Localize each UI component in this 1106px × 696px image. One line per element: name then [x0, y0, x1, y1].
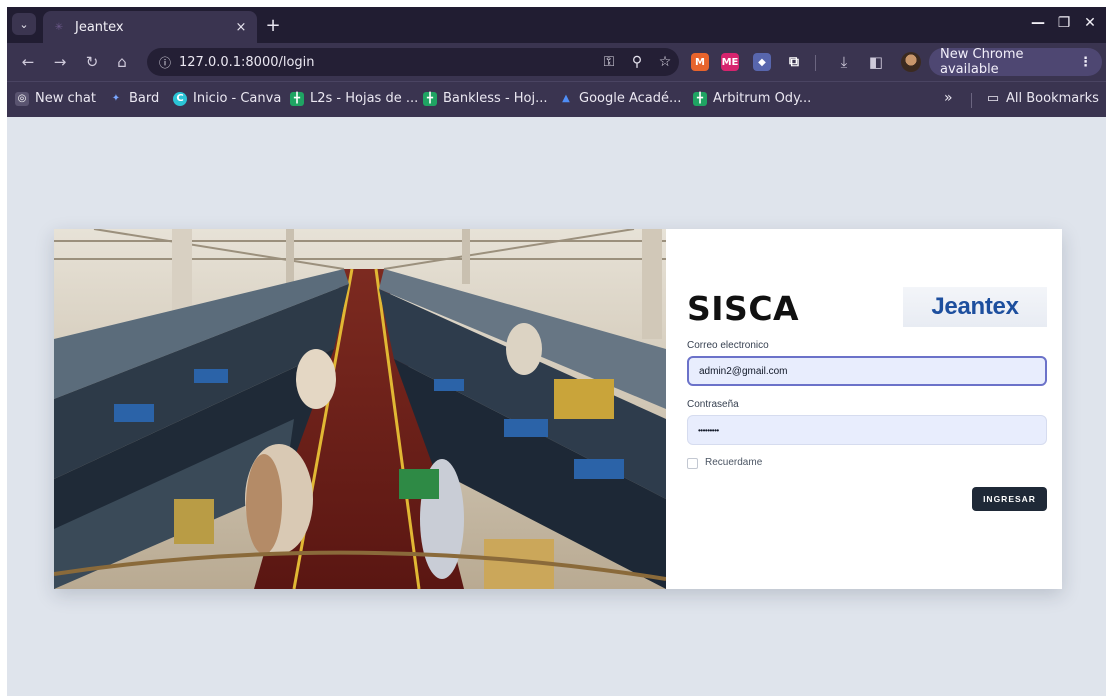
- sheets-icon: ╋: [693, 91, 707, 106]
- bookmark-label: Arbitrum Ody...: [713, 91, 812, 106]
- chrome-update-button[interactable]: New Chrome available ⋮: [929, 47, 1102, 77]
- bookmark-label: Bard: [129, 91, 160, 106]
- chrome-update-label: New Chrome available: [940, 47, 1024, 77]
- chevron-down-icon: ⌄: [19, 17, 29, 31]
- kebab-menu-icon[interactable]: ⋮: [1079, 55, 1092, 70]
- minimize-icon[interactable]: —: [1028, 15, 1048, 31]
- bookmarks-bar: ◎ New chat ✦ Bard C Inicio - Canva ╋ L2s…: [7, 81, 1106, 117]
- bookmark-label: Inicio - Canva: [193, 91, 282, 106]
- zoom-icon[interactable]: ⚲: [623, 54, 651, 70]
- jeantex-logo: Jeantex: [903, 287, 1047, 327]
- password-field[interactable]: •••••••••: [687, 415, 1047, 445]
- page-viewport: SISCA Jeantex Correo electronico admin2@…: [7, 117, 1106, 696]
- bookmark-bard[interactable]: ✦ Bard: [109, 91, 159, 106]
- brand-title: SISCA: [687, 289, 800, 328]
- bookmark-google-scholar[interactable]: ▲ Google Acadé...: [559, 91, 681, 106]
- profile-avatar[interactable]: [901, 52, 921, 72]
- side-panel-icon[interactable]: ◧: [865, 51, 887, 73]
- bookmark-label: Google Acadé...: [579, 91, 682, 106]
- password-label: Contraseña: [687, 399, 739, 410]
- loading-favicon-icon: ✳: [54, 21, 64, 33]
- sheets-icon: ╋: [290, 91, 304, 106]
- home-icon[interactable]: ⌂: [111, 51, 133, 73]
- factory-hero-image: [54, 229, 666, 589]
- folder-icon: ▭: [986, 91, 1000, 106]
- url-text[interactable]: 127.0.0.1:8000/login: [179, 55, 595, 70]
- scholar-icon: ▲: [562, 93, 570, 104]
- bookmark-bankless[interactable]: ╋ Bankless - Hoj...: [423, 91, 548, 106]
- email-field[interactable]: admin2@gmail.com: [687, 356, 1047, 386]
- logo-text: Jeantex: [931, 293, 1019, 320]
- password-key-icon[interactable]: ⚿: [595, 54, 623, 70]
- bookmark-star-icon[interactable]: ☆: [651, 54, 679, 70]
- address-bar[interactable]: ⓘ 127.0.0.1:8000/login ⚿ ⚲ ☆: [147, 48, 679, 76]
- bookmarks-divider: [971, 93, 972, 108]
- puzzle-icon[interactable]: ⧉: [785, 53, 803, 71]
- login-button[interactable]: INGRESAR: [972, 487, 1047, 511]
- restore-icon[interactable]: ❐: [1054, 15, 1074, 31]
- bookmarks-overflow-icon[interactable]: »: [944, 90, 953, 106]
- back-icon[interactable]: ←: [17, 51, 39, 73]
- browser-window: ⌄ ✳ Jeantex × + — ❐ ✕ ← → ↻ ⌂ ⓘ 127.0.0.…: [7, 7, 1106, 696]
- download-icon[interactable]: ⤓: [833, 51, 855, 73]
- forward-icon[interactable]: →: [49, 51, 71, 73]
- email-label: Correo electronico: [687, 340, 769, 351]
- bard-icon: ✦: [111, 93, 121, 104]
- magiceden-icon[interactable]: ME: [721, 53, 739, 71]
- all-bookmarks-label: All Bookmarks: [1006, 91, 1099, 106]
- login-card: SISCA Jeantex Correo electronico admin2@…: [54, 229, 1062, 589]
- reload-icon[interactable]: ↻: [81, 51, 103, 73]
- password-value: •••••••••: [698, 425, 719, 435]
- tab-title: Jeantex: [75, 19, 124, 35]
- bookmark-l2s[interactable]: ╋ L2s - Hojas de ...: [290, 91, 418, 106]
- bookmark-label: Bankless - Hoj...: [443, 91, 548, 106]
- all-bookmarks-button[interactable]: ▭ All Bookmarks: [986, 91, 1099, 106]
- bookmark-arbitrum[interactable]: ╋ Arbitrum Ody...: [693, 91, 811, 106]
- remember-label[interactable]: Recuerdame: [705, 457, 762, 468]
- login-form: SISCA Jeantex Correo electronico admin2@…: [666, 229, 1062, 589]
- bookmark-label: New chat: [35, 91, 96, 106]
- bookmark-label: L2s - Hojas de ...: [310, 91, 419, 106]
- toolbar-divider: [815, 55, 816, 71]
- browser-toolbar: ← → ↻ ⌂ ⓘ 127.0.0.1:8000/login ⚿ ⚲ ☆ M M…: [7, 43, 1106, 81]
- metamask-icon[interactable]: M: [691, 53, 709, 71]
- tab-jeantex[interactable]: ✳ Jeantex ×: [43, 11, 257, 43]
- tab-strip: ⌄ ✳ Jeantex × + — ❐ ✕: [7, 7, 1106, 43]
- close-icon[interactable]: ×: [233, 20, 249, 35]
- email-value: admin2@gmail.com: [699, 365, 788, 377]
- bookmark-canva[interactable]: C Inicio - Canva: [173, 91, 281, 106]
- close-window-icon[interactable]: ✕: [1080, 15, 1100, 31]
- remember-checkbox[interactable]: [687, 458, 698, 469]
- sheets-icon: ╋: [423, 91, 437, 106]
- wallet-icon[interactable]: ◆: [753, 53, 771, 71]
- chatgpt-icon: ◎: [15, 91, 29, 106]
- canva-icon: C: [173, 91, 187, 106]
- bookmark-new-chat[interactable]: ◎ New chat: [15, 91, 96, 106]
- tab-search-button[interactable]: ⌄: [12, 13, 36, 35]
- site-info-icon[interactable]: ⓘ: [151, 54, 179, 71]
- new-tab-button[interactable]: +: [261, 13, 285, 37]
